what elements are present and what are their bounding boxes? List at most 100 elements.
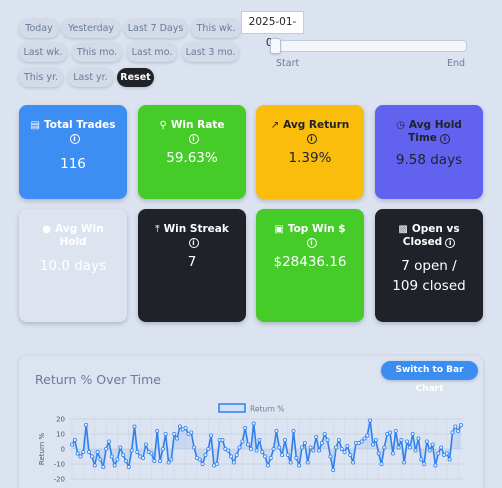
data-point bbox=[407, 445, 412, 450]
circle-icon: ● bbox=[42, 224, 52, 235]
data-point bbox=[351, 460, 356, 465]
data-point bbox=[260, 450, 265, 455]
data-point bbox=[379, 462, 384, 467]
filter-today[interactable]: Today bbox=[19, 19, 59, 38]
data-point bbox=[140, 456, 145, 461]
data-point bbox=[444, 451, 449, 456]
data-point bbox=[214, 462, 219, 467]
data-point bbox=[319, 441, 324, 446]
info-icon[interactable]: i bbox=[188, 134, 199, 144]
filter-this-week[interactable]: This wk. bbox=[191, 19, 241, 38]
data-point bbox=[373, 438, 378, 443]
card-title: Total Trades bbox=[43, 119, 116, 131]
date-input[interactable]: 2025-01-01 bbox=[241, 11, 304, 49]
data-point bbox=[206, 447, 211, 452]
data-point bbox=[416, 436, 421, 441]
info-icon[interactable]: i bbox=[445, 238, 456, 248]
data-point bbox=[413, 448, 418, 453]
card-title: Win Streak bbox=[163, 223, 229, 235]
date-range-slider-track[interactable] bbox=[270, 40, 467, 52]
reset-button[interactable]: Reset bbox=[117, 68, 154, 87]
card-top-win: ▣ Top Win $ i $28436.16 bbox=[256, 209, 364, 322]
data-point bbox=[183, 426, 188, 431]
card-value: 59.63% bbox=[166, 150, 218, 166]
card-value: 7 bbox=[187, 254, 197, 270]
card-open-vs-closed: ▩ Open vs Closed i 7 open / 109 closed bbox=[375, 209, 483, 322]
data-point bbox=[294, 456, 299, 461]
return-line-chart: Return % 20 10 0 -10 -20 Return % bbox=[38, 403, 463, 484]
data-point bbox=[263, 454, 268, 459]
data-point bbox=[334, 445, 339, 450]
card-value-open: 7 open / bbox=[401, 258, 457, 274]
data-point bbox=[299, 445, 304, 450]
data-point bbox=[271, 447, 276, 452]
data-point bbox=[433, 463, 438, 468]
data-point bbox=[297, 463, 302, 468]
return-chart-panel: Return % Over Time Switch to Bar Chart R… bbox=[19, 356, 483, 488]
chart-line-icon: ↗ bbox=[270, 120, 280, 131]
data-point bbox=[106, 439, 111, 444]
info-icon[interactable]: i bbox=[188, 238, 199, 248]
data-point bbox=[229, 454, 234, 459]
data-point bbox=[135, 450, 140, 455]
data-point bbox=[453, 424, 458, 429]
filter-last-week[interactable]: Last wk. bbox=[19, 43, 67, 62]
filter-last-year[interactable]: Last yr. bbox=[68, 68, 113, 87]
data-point bbox=[172, 432, 177, 437]
data-point bbox=[75, 451, 80, 456]
data-point bbox=[311, 448, 316, 453]
legend-label: Return % bbox=[250, 405, 284, 414]
data-point bbox=[308, 445, 313, 450]
data-point bbox=[274, 429, 279, 434]
card-value: 9.58 days bbox=[395, 152, 463, 168]
data-point bbox=[101, 465, 106, 470]
filter-last-3-months[interactable]: Last 3 mo. bbox=[182, 43, 239, 62]
data-point bbox=[427, 448, 432, 453]
data-point bbox=[84, 423, 89, 428]
data-point bbox=[226, 448, 231, 453]
info-icon[interactable]: i bbox=[306, 238, 317, 248]
info-icon[interactable]: i bbox=[439, 134, 450, 144]
date-range-slider-thumb[interactable] bbox=[270, 38, 281, 54]
data-point bbox=[365, 433, 370, 438]
data-point bbox=[152, 459, 157, 464]
filter-this-year[interactable]: This yr. bbox=[19, 68, 63, 87]
clipboard-icon: ▤ bbox=[30, 120, 40, 131]
data-point bbox=[112, 463, 117, 468]
data-point bbox=[280, 453, 285, 458]
data-point bbox=[109, 454, 114, 459]
data-point bbox=[143, 442, 148, 447]
data-point bbox=[393, 429, 398, 434]
data-point bbox=[317, 448, 322, 453]
data-point bbox=[288, 460, 293, 465]
filter-last-7-days[interactable]: Last 7 Days bbox=[124, 19, 187, 38]
data-point bbox=[328, 454, 333, 459]
data-point bbox=[158, 459, 163, 464]
data-point bbox=[149, 451, 154, 456]
data-point bbox=[447, 457, 452, 462]
filter-yesterday[interactable]: Yesterday bbox=[62, 19, 120, 38]
data-point bbox=[436, 451, 441, 456]
data-point bbox=[314, 435, 319, 440]
card-avg-hold-time: ◷ Avg Hold Time i 9.58 days bbox=[375, 105, 483, 199]
bar-chart-icon: ▩ bbox=[398, 224, 408, 235]
data-point bbox=[177, 424, 182, 429]
filter-last-month[interactable]: Last mo. bbox=[127, 43, 177, 62]
y-tick-label: 10 bbox=[56, 431, 65, 439]
card-win-rate: ⚲ Win Rate i 59.63% bbox=[138, 105, 246, 199]
y-tick-label: 20 bbox=[56, 416, 65, 424]
info-icon[interactable]: i bbox=[306, 134, 317, 144]
card-win-streak: ⤒ Win Streak i 7 bbox=[138, 209, 246, 322]
info-icon[interactable]: i bbox=[69, 134, 80, 144]
data-point bbox=[439, 445, 444, 450]
filter-this-month[interactable]: This mo. bbox=[72, 43, 122, 62]
card-value: 1.39% bbox=[288, 150, 332, 166]
data-point bbox=[291, 429, 296, 434]
data-point bbox=[95, 450, 100, 455]
card-value-closed: 109 closed bbox=[392, 278, 466, 294]
y-tick-label: -10 bbox=[54, 461, 65, 469]
data-point bbox=[370, 442, 375, 447]
data-point bbox=[254, 448, 259, 453]
card-total-trades: ▤ Total Trades i 116 bbox=[19, 105, 127, 199]
data-point bbox=[115, 457, 120, 462]
